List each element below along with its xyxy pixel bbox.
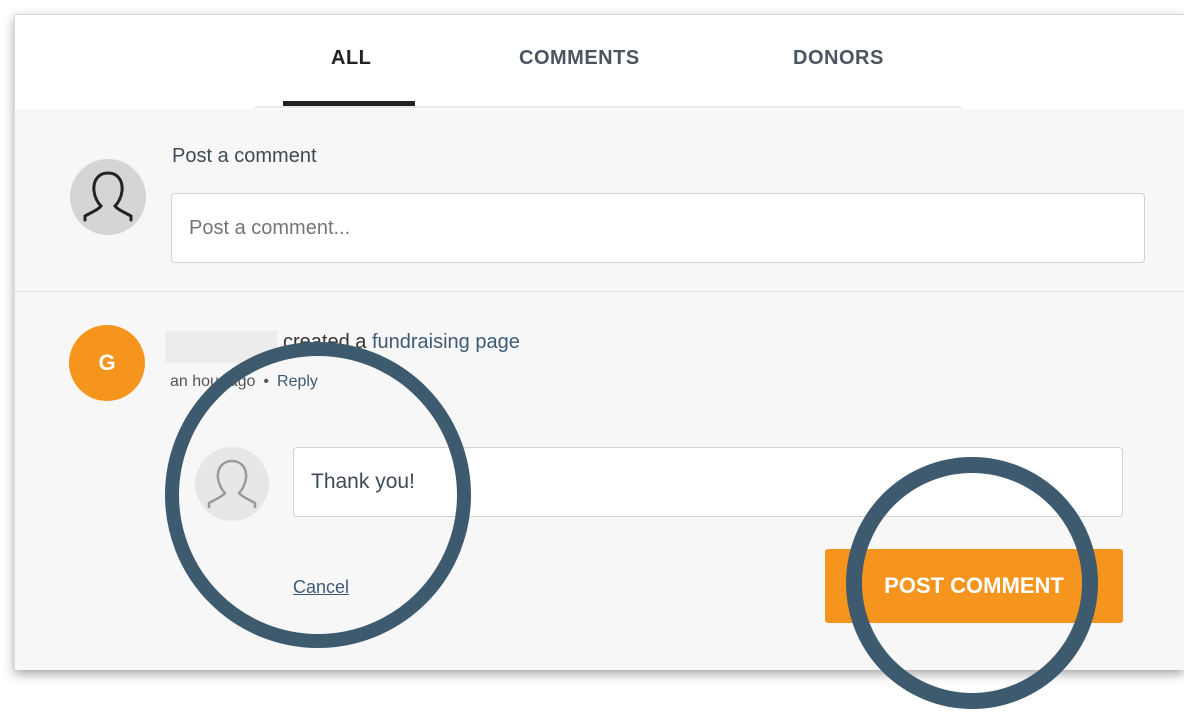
section-divider	[15, 291, 1184, 292]
fundraising-page-link[interactable]: fundraising page	[372, 331, 520, 353]
person-silhouette-icon	[207, 459, 257, 509]
reply-link[interactable]: Reply	[277, 373, 318, 390]
activity-avatar: G	[69, 325, 145, 401]
activity-action: created a	[283, 331, 367, 353]
comment-input[interactable]	[171, 193, 1145, 263]
reply-avatar	[195, 447, 269, 521]
tab-comments[interactable]: COMMENTS	[519, 47, 640, 107]
activity-meta: an hour ago • Reply	[170, 373, 318, 391]
comments-panel: ALL COMMENTS DONORS Post a comment G cre…	[14, 14, 1184, 670]
active-tab-indicator	[283, 101, 415, 106]
person-silhouette-icon	[83, 171, 133, 222]
cancel-link[interactable]: Cancel	[293, 577, 349, 598]
post-comment-button[interactable]: POST COMMENT	[825, 549, 1123, 623]
tab-baseline	[255, 106, 961, 108]
tab-bar: ALL COMMENTS DONORS	[15, 15, 1184, 109]
user-avatar	[70, 159, 146, 235]
composer-label: Post a comment	[172, 145, 317, 167]
meta-separator: •	[263, 373, 270, 390]
activity-text: created a fundraising page	[283, 331, 520, 354]
tab-donors[interactable]: DONORS	[793, 47, 884, 107]
tab-all[interactable]: ALL	[331, 47, 371, 107]
redacted-username	[165, 331, 277, 363]
activity-time: an hour ago	[170, 373, 256, 390]
reply-input[interactable]	[293, 447, 1123, 517]
